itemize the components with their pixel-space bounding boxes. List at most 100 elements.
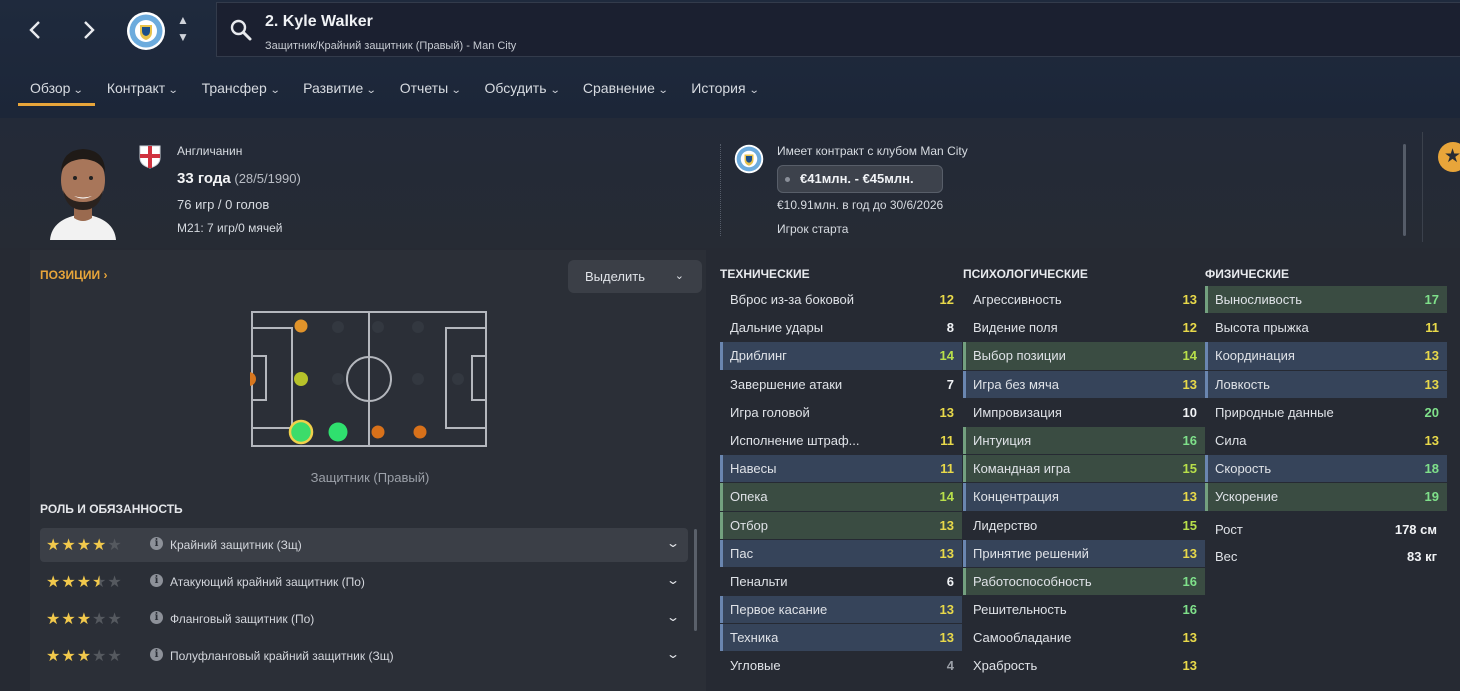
attribute-row[interactable]: Игра без мяча 13 [963,370,1205,399]
tab-1[interactable]: Контракт ⌄ [95,76,190,106]
attribute-row[interactable]: Первое касание 13 [720,596,962,625]
attribute-row[interactable]: Командная игра 15 [963,455,1205,484]
tab-5[interactable]: Обсудить ⌄ [473,76,571,106]
attribute-value: 13 [939,602,954,618]
chevron-down-icon[interactable]: ⌄ [666,610,680,624]
chevron-down-icon[interactable]: ⌄ [666,573,680,587]
attribute-name: Концентрация [973,489,1059,505]
info-icon[interactable]: i [150,611,163,624]
attribute-value: 15 [1182,517,1197,533]
role-name: Атакующий крайний защитник (По) [170,575,365,589]
tab-label: Обзор [30,80,71,96]
tab-4[interactable]: Отчеты ⌄ [388,76,473,106]
chevron-down-icon: ⌄ [167,85,179,96]
tab-0[interactable]: Обзор ⌄ [18,76,95,106]
star-icon: ★ [76,611,93,628]
attribute-name: Работоспособность [973,573,1092,589]
attribute-name: Сила [1215,432,1247,448]
tab-7[interactable]: История ⌄ [679,76,770,106]
attribute-row[interactable]: Угловые 4 [720,652,962,681]
attribute-row[interactable]: Концентрация 13 [963,483,1205,512]
search-bar[interactable]: 2. Kyle Walker Защитник/Крайний защитник… [216,2,1460,57]
attribute-row[interactable]: Навесы 11 [720,455,962,484]
attribute-row[interactable]: Работоспособность 16 [963,567,1205,597]
tab-label: Обсудить [484,80,547,96]
attribute-value: 20 [1424,404,1439,420]
attribute-value: 17 [1424,292,1439,307]
positions-title[interactable]: ПОЗИЦИИ › [40,268,107,282]
attribute-row[interactable]: Интуиция 16 [963,426,1205,456]
attribute-row[interactable]: Исполнение штраф... 11 [720,427,962,456]
attribute-row[interactable]: Видение поля 12 [963,314,1205,343]
attribute-value: 15 [1182,461,1197,477]
info-icon[interactable]: i [150,648,163,661]
tab-6[interactable]: Сравнение ⌄ [571,76,679,106]
attribute-row[interactable]: Ускорение 19 [1205,483,1447,512]
attribute-row[interactable]: Импровизация 10 [963,399,1205,427]
attribute-row[interactable]: Вброс из-за боковой 12 [720,286,962,315]
forward-button[interactable] [74,14,104,46]
tab-2[interactable]: Трансфер ⌄ [190,76,292,106]
role-row[interactable]: ★★★★★ i Атакующий крайний защитник (По) ⌄ [40,565,688,599]
attribute-row[interactable]: Сила 13 [1205,427,1447,456]
attribute-row[interactable]: Выносливость 17 [1205,286,1447,315]
attribute-value: 16 [1182,573,1197,589]
attribute-row[interactable]: Ловкость 13 [1205,370,1447,399]
back-button[interactable] [20,14,50,46]
search-icon[interactable] [229,18,253,42]
wage-line: €10.91млн. в год до 30/6/2026 [777,198,944,212]
position-dot [412,321,424,333]
attribute-name: Высота прыжка [1215,320,1309,336]
transfer-value-badge[interactable]: €41млн. - €45млн. [777,165,943,193]
info-icon[interactable]: i [150,537,163,550]
scrollbar[interactable] [1403,144,1406,236]
attribute-value: 13 [1182,376,1197,392]
attribute-row[interactable]: Решительность 16 [963,596,1205,625]
player-summary: Англичанин 33 года (28/5/1990) 76 игр / … [0,118,1460,248]
attribute-value: 10 [1182,404,1197,420]
attribute-row[interactable]: Техника 13 [720,624,962,653]
chevron-down-icon[interactable]: ⌄ [666,536,680,550]
physical-list: Выносливость 17 Высота прыжка 11 Координация… [1205,286,1447,512]
attribute-row[interactable]: Высота прыжка 11 [1205,314,1447,343]
attribute-row[interactable]: Пас 13 [720,539,962,568]
attribute-value: 8 [946,320,954,336]
attribute-row[interactable]: Природные данные 20 [1205,399,1447,427]
role-row[interactable]: ★★★★★ i Фланговый защитник (По) ⌄ [40,602,688,636]
chevron-down-icon[interactable]: ▼ [175,29,191,46]
extra-value: 83 кг [1407,548,1437,564]
role-name: Фланговый защитник (По) [170,612,315,626]
chevron-down-icon: ⌄ [657,85,669,96]
highlight-select[interactable]: Выделить ⌄ [568,260,702,293]
info-icon[interactable]: i [150,574,163,587]
attribute-row[interactable]: Лидерство 15 [963,512,1205,540]
attribute-name: Храбрость [973,658,1038,674]
attribute-row[interactable]: Завершение атаки 7 [720,371,962,399]
attribute-row[interactable]: Координация 13 [1205,342,1447,371]
chevron-down-icon[interactable]: ⌄ [666,647,680,661]
attribute-row[interactable]: Опека 14 [720,483,962,512]
attribute-row[interactable]: Отбор 13 [720,511,962,540]
attribute-row[interactable]: Выбор позиции 14 [963,342,1205,371]
attribute-row[interactable]: Скорость 18 [1205,455,1447,484]
favorite-button[interactable]: ★ [1438,142,1460,172]
chevron-up-icon[interactable]: ▲ [175,12,191,29]
attribute-value: 14 [939,489,954,505]
attribute-row[interactable]: Храбрость 13 [963,652,1205,681]
player-switcher[interactable]: ▲ ▼ [175,12,191,48]
attribute-row[interactable]: Пенальти 6 [720,568,962,597]
attribute-value: 13 [1182,292,1197,307]
scrollbar[interactable] [694,529,697,631]
attribute-row[interactable]: Дриблинг 14 [720,342,962,371]
star-icon: ★ [61,574,77,591]
attribute-row[interactable]: Игра головой 13 [720,399,962,427]
role-row[interactable]: ★★★★★ i Крайний защитник (Зщ) ⌄ [40,528,688,562]
attribute-row[interactable]: Принятие решений 13 [963,539,1205,568]
tab-3[interactable]: Развитие ⌄ [291,76,388,106]
attribute-row[interactable]: Самообладание 13 [963,624,1205,653]
role-row[interactable]: ★★★★★ i Полуфланговый крайний защитник (Зщ… [40,639,688,673]
attribute-row[interactable]: Дальние удары 8 [720,314,962,343]
attribute-row[interactable]: Агрессивность 13 [963,286,1205,315]
club-badge-icon[interactable] [126,11,166,51]
position-caption: Защитник (Правый) [310,470,430,485]
